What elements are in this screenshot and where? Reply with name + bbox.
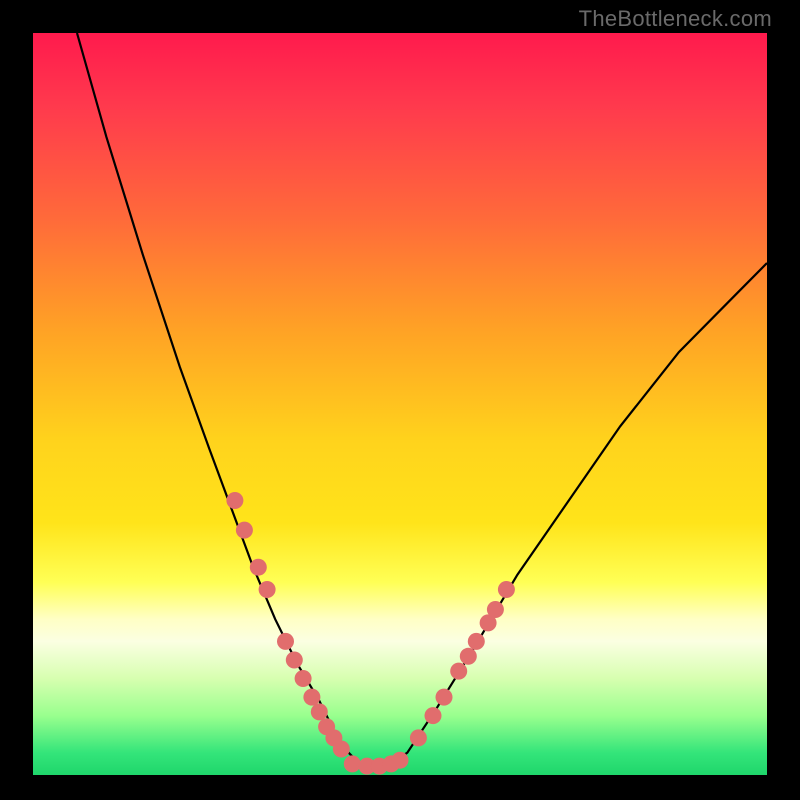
curve-dot [303, 689, 320, 706]
curve-dot [226, 492, 243, 509]
curve-dot [236, 522, 253, 539]
curve-dot [410, 729, 427, 746]
curve-dots [226, 492, 515, 775]
curve-dot [277, 633, 294, 650]
curve-dot [450, 663, 467, 680]
curve-dot [250, 559, 267, 576]
curve-dot [311, 703, 328, 720]
curve-dot [295, 670, 312, 687]
plot-area [33, 33, 767, 775]
chart-frame: TheBottleneck.com [0, 0, 800, 800]
curve-dot [468, 633, 485, 650]
curve-dot [259, 581, 276, 598]
curve-dot [487, 601, 504, 618]
curve-dot [392, 752, 409, 769]
curve-dot [425, 707, 442, 724]
curve-dot [344, 755, 361, 772]
curve-dot [333, 741, 350, 758]
bottleneck-curve-svg [33, 33, 767, 775]
curve-dot [286, 652, 303, 669]
curve-dot [460, 648, 477, 665]
curve-dot [436, 689, 453, 706]
curve-dot [498, 581, 515, 598]
watermark-text: TheBottleneck.com [579, 6, 772, 32]
bottleneck-curve [77, 33, 767, 768]
